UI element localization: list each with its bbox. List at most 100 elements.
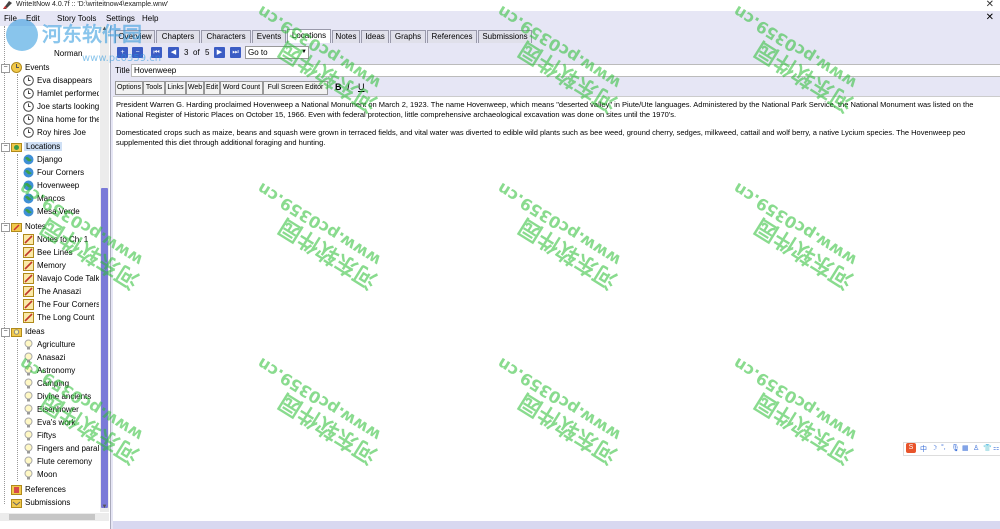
ime-moon-icon[interactable]: ☽ [931, 444, 937, 452]
pencil-icon [23, 286, 34, 297]
scroll-up-icon[interactable]: ▲ [100, 26, 109, 34]
tree-line [17, 74, 18, 136]
tree-item-label: Divine ancients [37, 392, 92, 401]
ime-toolbar[interactable]: S 中 ☽ °, 🎙 ▦ ♙ 👕 ⚏ [903, 442, 1000, 456]
tree-item-label: The Anasazi [37, 287, 82, 296]
user-icon[interactable]: ♙ [973, 444, 979, 452]
editor-line: National Register of Historic Places on … [116, 110, 677, 119]
close-document-icon[interactable]: ✕ [986, 12, 994, 23]
submissions-folder-icon [11, 499, 22, 508]
tree-item-label: Hovenweep [37, 181, 80, 190]
collapse-events-icon[interactable]: − [1, 64, 10, 73]
title-label: Title [115, 66, 130, 75]
tree-folder-label: Events [25, 63, 50, 72]
ime-punctuation-icon[interactable]: °, [941, 444, 946, 451]
add-record-icon[interactable]: + [117, 47, 128, 58]
previous-record-icon[interactable]: ◀ [168, 47, 179, 58]
project-tree[interactable]: Norman − Events Eva disappears Hamlet pe… [0, 26, 99, 512]
tab-characters[interactable]: Characters [201, 30, 251, 44]
scrollbar-thumb[interactable] [9, 514, 95, 520]
italic-button[interactable]: I [347, 82, 350, 92]
tree-item-label: Eva disappears [37, 76, 93, 85]
chevron-down-icon: ▼ [301, 49, 307, 55]
links-button[interactable]: Links [165, 81, 186, 95]
clock-icon [23, 75, 34, 86]
pencil-icon [23, 299, 34, 310]
title-bar: WriteItNow 4.0.7f :: 'D:\writeitnow4\exa… [0, 0, 1000, 11]
ime-chinese-mode-icon[interactable]: 中 [920, 444, 927, 454]
tree-item-label: Fingers and paral [37, 444, 99, 453]
tab-references[interactable]: References [427, 30, 477, 44]
menu-edit[interactable]: Edit [26, 14, 40, 23]
lightbulb-icon [24, 339, 33, 350]
tree-item-label: Flute ceremony [37, 457, 93, 466]
clock-icon [23, 127, 34, 138]
tab-graphs[interactable]: Graphs [390, 30, 426, 44]
tools-button[interactable]: Tools [143, 81, 165, 95]
tree-line [17, 233, 18, 323]
tab-notes[interactable]: Notes [332, 30, 360, 44]
tab-chapters[interactable]: Chapters [156, 30, 200, 44]
microphone-icon[interactable]: 🎙 [951, 444, 960, 452]
grid-icon[interactable]: ⚏ [993, 444, 999, 452]
events-folder-icon [11, 62, 22, 73]
lightbulb-icon [24, 378, 33, 389]
tab-submissions[interactable]: Submissions [478, 30, 532, 44]
tab-ideas[interactable]: Ideas [361, 30, 389, 44]
full-screen-editor-button[interactable]: Full Screen Editor [263, 81, 328, 95]
tree-item-label: Mesa Verde [37, 207, 80, 216]
underline-button[interactable]: U [358, 82, 365, 92]
menu-settings[interactable]: Settings [106, 14, 135, 23]
tree-item-label: Camping [37, 379, 70, 388]
tree-item-label: Joe starts looking [37, 102, 99, 111]
tab-events[interactable]: Events [252, 30, 286, 44]
web-button[interactable]: Web [186, 81, 204, 95]
tree-item-label: Eisenhower [37, 405, 79, 414]
skin-icon[interactable]: 👕 [983, 444, 992, 452]
menu-file[interactable]: File [4, 14, 17, 23]
delete-record-icon[interactable]: − [132, 47, 143, 58]
notes-folder-icon [11, 223, 22, 232]
tree-item-label: Hamlet performed [37, 89, 99, 98]
last-record-icon[interactable]: ⏭ [230, 47, 241, 58]
menu-bar: File Edit Story Tools Settings Help ✕ [0, 11, 1000, 26]
lightbulb-icon [24, 404, 33, 415]
bold-button[interactable]: B [335, 82, 342, 92]
tab-overview[interactable]: Overview [115, 30, 155, 44]
collapse-notes-icon[interactable]: − [1, 223, 10, 232]
edit-button[interactable]: Edit [204, 81, 220, 95]
sidebar-vertical-scrollbar[interactable]: ▲ ▼ [100, 26, 109, 512]
next-record-icon[interactable]: ▶ [214, 47, 225, 58]
app-icon [3, 1, 12, 9]
globe-icon [23, 193, 34, 204]
tab-locations[interactable]: Locations [287, 29, 331, 43]
word-count-button[interactable]: Word Count [220, 81, 263, 95]
goto-dropdown[interactable]: Go to ▼ [245, 46, 309, 59]
first-record-icon[interactable]: ⏮ [151, 47, 162, 58]
collapse-ideas-icon[interactable]: − [1, 328, 10, 337]
close-icon[interactable]: ✕ [986, 0, 994, 10]
pencil-icon [23, 260, 34, 271]
options-button[interactable]: Options [115, 81, 143, 95]
tree-item-label: Nina home for the [37, 115, 99, 124]
sidebar-horizontal-scrollbar[interactable] [0, 513, 109, 521]
collapse-locations-icon[interactable]: − [1, 143, 10, 152]
globe-icon [23, 154, 34, 165]
locations-folder-icon [11, 143, 22, 152]
clock-icon [23, 88, 34, 99]
title-input[interactable]: Hovenweep [131, 64, 1000, 77]
editor-line: President Warren G. Harding proclaimed H… [116, 100, 974, 109]
text-editor[interactable]: President Warren G. Harding proclaimed H… [113, 96, 1000, 522]
tree-item-label: Agriculture [37, 340, 76, 349]
menu-help[interactable]: Help [142, 14, 158, 23]
scrollbar-thumb[interactable] [101, 188, 108, 508]
menu-story-tools[interactable]: Story Tools [57, 14, 96, 23]
pencil-icon [23, 273, 34, 284]
keyboard-icon[interactable]: ▦ [962, 444, 969, 452]
scroll-down-icon[interactable]: ▼ [100, 504, 109, 512]
ime-logo-icon[interactable]: S [906, 443, 916, 453]
goto-label: Go to [248, 48, 268, 57]
lightbulb-icon [24, 443, 33, 454]
tree-folder-label: Submissions [25, 498, 71, 507]
total-record-count: 5 [205, 48, 210, 57]
